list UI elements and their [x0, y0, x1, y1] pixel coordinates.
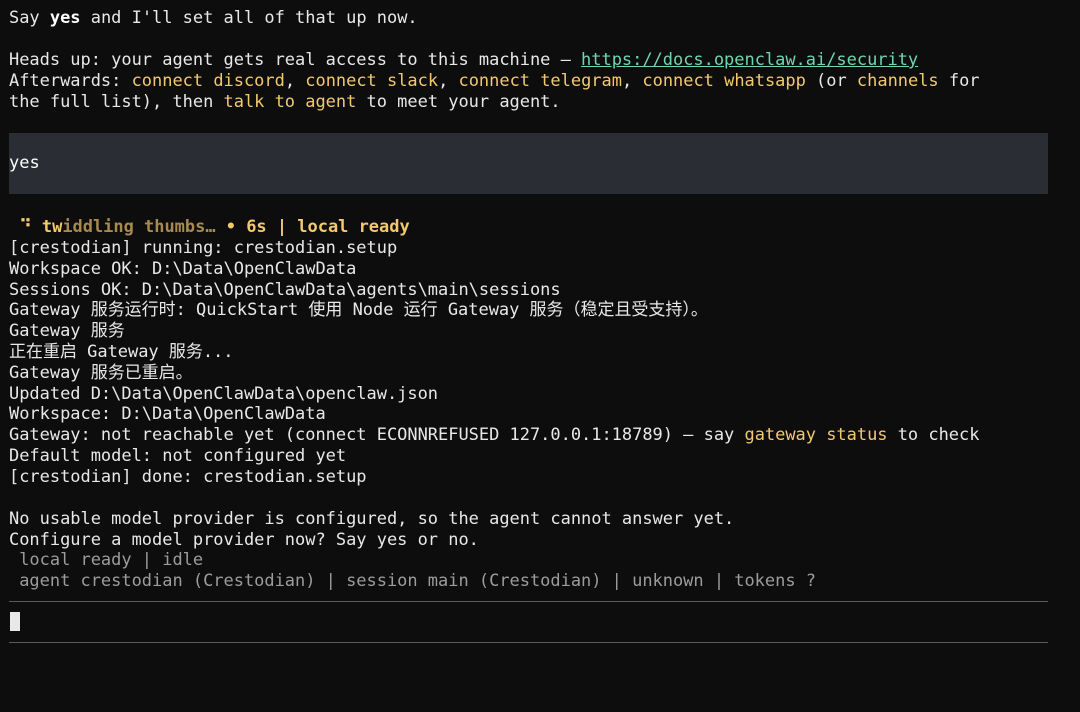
separator: | — [266, 217, 298, 237]
user-message-text: yes — [9, 153, 40, 173]
activity-label-bright: tw — [41, 217, 63, 237]
text: , — [438, 71, 459, 91]
log-line: Default model: not configured yet — [9, 446, 347, 466]
prompt-line: Configure a model provider now? Say yes … — [9, 530, 479, 550]
command-connect-slack: connect slack — [305, 71, 439, 91]
intro-line-2: Heads up: your agent gets real access to… — [9, 50, 918, 71]
text: Heads up: your agent gets real access to… — [9, 50, 582, 70]
text: to meet your agent. — [356, 92, 561, 112]
log-line: Workspace: D:\Data\OpenClawData — [9, 404, 326, 424]
text-cursor[interactable] — [10, 612, 20, 631]
terminal-window: Say yes and I'll set all of that up now.… — [0, 0, 1080, 712]
log-line: Updated D:\Data\OpenClawData\openclaw.js… — [9, 384, 439, 404]
text: Say — [9, 8, 50, 28]
log-line: 正在重启 Gateway 服务... — [9, 342, 234, 362]
text: Afterwards: — [9, 71, 132, 91]
prompt-line: No usable model provider is configured, … — [9, 509, 735, 529]
text: for — [938, 71, 980, 91]
text: , — [621, 71, 643, 91]
gateway-status-line: Gateway: not reachable yet (connect ECON… — [9, 425, 979, 446]
text: , — [284, 71, 306, 91]
yes-keyword: yes — [49, 8, 81, 28]
intro-line-4: the full list), then talk to agent to me… — [9, 92, 561, 113]
footer-status: local ready | idle — [9, 550, 204, 570]
log-line: [crestodian] done: crestodian.setup — [9, 467, 367, 487]
elapsed-time: 6s — [246, 217, 267, 237]
input-top-divider — [9, 601, 1048, 602]
input-bottom-divider — [9, 642, 1048, 643]
command-connect-telegram: connect telegram — [458, 71, 622, 91]
activity-status-line: ⠙ twiddling thumbs… • 6s | local ready — [9, 217, 410, 238]
command-channels: channels — [856, 71, 939, 91]
footer-session-info: agent crestodian (Crestodian) | session … — [9, 571, 816, 591]
log-line: Gateway 服务已重启。 — [9, 363, 193, 383]
intro-line-1: Say yes and I'll set all of that up now. — [9, 8, 418, 29]
log-line: Workspace OK: D:\Data\OpenClawData — [9, 259, 357, 279]
log-line: Gateway 服务 — [9, 321, 125, 341]
text: Gateway: not reachable yet (connect ECON… — [9, 425, 745, 445]
intro-line-3: Afterwards: connect discord, connect sla… — [9, 71, 980, 92]
command-gateway-status: gateway status — [744, 425, 888, 445]
user-message-block: yes — [9, 133, 1048, 194]
separator: • — [215, 217, 247, 237]
activity-label-dim: iddling thumbs… — [62, 217, 216, 237]
local-state: local ready — [297, 217, 410, 237]
log-line: Gateway 服务运行时: QuickStart 使用 Node 运行 Gat… — [9, 300, 708, 320]
command-talk-to-agent: talk to agent — [223, 92, 357, 112]
text: and I'll set all of that up now. — [80, 8, 418, 28]
text: (or — [805, 71, 857, 91]
command-connect-discord: connect discord — [131, 71, 285, 91]
text: the full list), then — [9, 92, 224, 112]
command-connect-whatsapp: connect whatsapp — [642, 71, 806, 91]
log-line: Sessions OK: D:\Data\OpenClawData\agents… — [9, 280, 561, 300]
spinner-icon: ⠙ — [19, 217, 32, 237]
security-docs-link[interactable]: https://docs.openclaw.ai/security — [581, 50, 918, 70]
text: to check — [887, 425, 980, 445]
log-line: [crestodian] running: crestodian.setup — [9, 238, 398, 258]
